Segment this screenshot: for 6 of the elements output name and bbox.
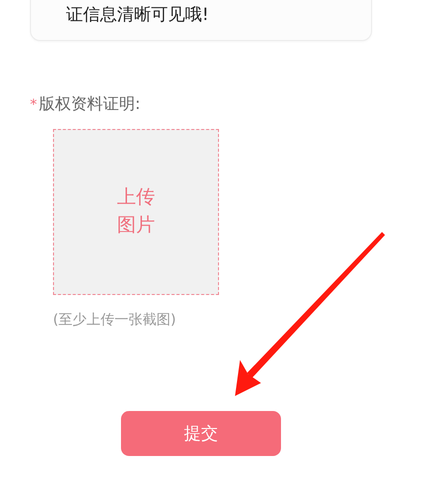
field-label: 版权资料证明: bbox=[39, 94, 140, 115]
upload-image-button[interactable]: 上传 图片 bbox=[53, 129, 219, 295]
notice-text: 证信息清晰可见哦! bbox=[66, 5, 209, 25]
upload-hint: (至少上传一张截图) bbox=[53, 311, 177, 329]
submit-button[interactable]: 提交 bbox=[121, 411, 281, 456]
required-mark: * bbox=[30, 96, 37, 112]
